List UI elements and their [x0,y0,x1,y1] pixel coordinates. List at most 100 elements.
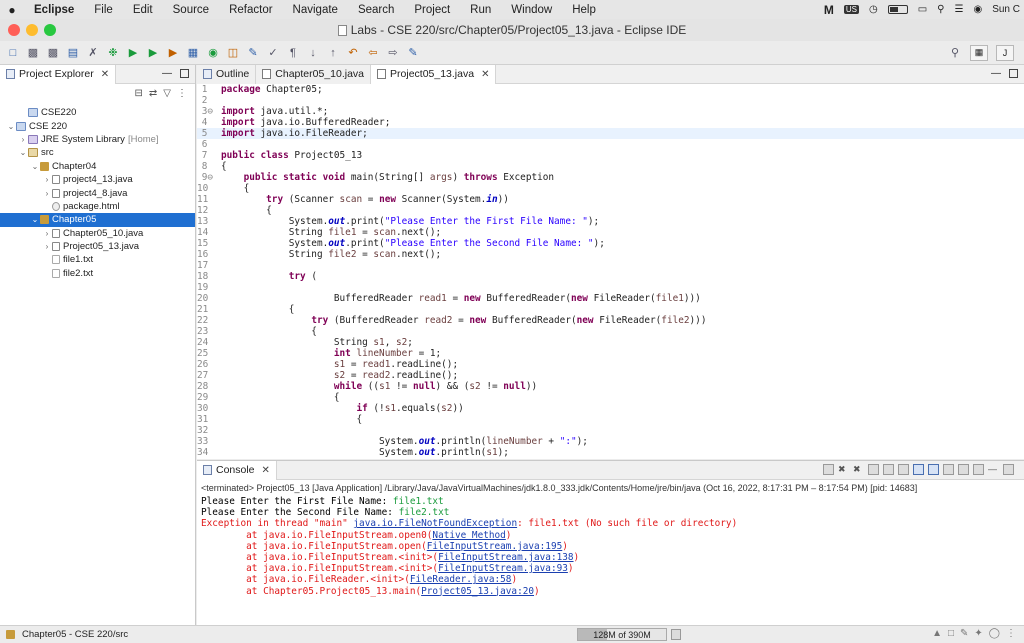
close-window-button[interactable] [8,24,20,36]
menu-window[interactable]: Window [501,4,562,16]
prev-annotation-icon[interactable]: ↑ [326,46,340,60]
code-line[interactable]: 26 s1 = read1.readLine(); [197,359,1024,370]
tree-item[interactable]: › project4_13.java [0,173,195,186]
tree-item[interactable]: ⌄ CSE 220 [0,119,195,132]
tab-project05-13-java[interactable]: Project05_13.java ✕ [371,64,497,84]
spotlight-search-icon[interactable]: ⚲ [937,4,944,15]
menu-help[interactable]: Help [562,4,606,16]
code-line[interactable]: 9⊖ public static void main(String[] args… [197,172,1024,183]
java-perspective-icon[interactable]: J [996,44,1014,61]
code-line[interactable]: 8 { [197,161,1024,172]
code-line[interactable]: 2 [197,95,1024,106]
external-tools-icon[interactable]: ▶ [166,46,180,60]
tree-item[interactable]: › JRE System Library [Home] [0,133,195,146]
minimize-icon[interactable]: — [988,464,999,475]
code-line[interactable]: 7 public class Project05_13 [197,150,1024,161]
debug-icon[interactable]: ❉ [106,46,120,60]
garbage-collect-icon[interactable] [671,629,681,640]
show-on-stdout-icon[interactable] [913,464,924,475]
expand-arrow-icon[interactable]: › [42,175,52,184]
code-line[interactable]: 30 if (!s1.equals(s2)) [197,403,1024,414]
terminate-icon[interactable] [823,464,834,475]
task-icon[interactable]: □ [948,628,954,639]
back-icon[interactable]: ⇦ [366,46,380,60]
display-console-icon[interactable] [958,464,969,475]
skip-breakpoints-icon[interactable]: ✗ [86,46,100,60]
code-line[interactable]: 23 { [197,326,1024,337]
tree-item[interactable]: ⌄ src [0,146,195,159]
stack-trace-link[interactable]: java.io.FileNotFoundException [353,518,517,529]
siri-icon[interactable]: ◉ [973,4,982,15]
open-type-icon[interactable]: ◫ [226,46,240,60]
pin-editor-icon[interactable]: ✎ [406,46,420,60]
heap-status[interactable]: 128M of 390M [577,628,667,641]
tab-outline[interactable]: Outline [197,64,257,84]
tree-item[interactable]: › Chapter05_10.java [0,227,195,240]
expand-arrow-icon[interactable]: ⌄ [18,148,28,157]
code-line[interactable]: 27 s2 = read2.readLine(); [197,370,1024,381]
tree-item[interactable]: › project4_8.java [0,186,195,199]
tree-item[interactable]: › Project05_13.java [0,240,195,253]
show-whitespace-icon[interactable]: ¶ [286,46,300,60]
mark-occurrences-icon[interactable]: ✓ [266,46,280,60]
coverage-icon[interactable]: ▶ [146,46,160,60]
link-with-editor-icon[interactable]: ⇄ [149,88,157,99]
terminal-icon[interactable]: ▤ [66,46,80,60]
code-line[interactable]: 15 System.out.print("Please Enter the Se… [197,238,1024,249]
run-icon[interactable]: ▶ [126,46,140,60]
maximize-icon[interactable] [180,69,189,78]
tree-item[interactable]: CSE220 [0,106,195,119]
stack-trace-link[interactable]: FileReader.java:58 [410,574,512,585]
stack-trace-link[interactable]: FileInputStream.java:138 [438,552,573,563]
new-class-icon[interactable]: ◉ [206,46,220,60]
code-line[interactable]: 5 import java.io.FileReader; [197,128,1024,139]
code-line[interactable]: 17 [197,260,1024,271]
search-icon[interactable]: ⚲ [948,46,962,60]
filter-icon[interactable]: ▽ [163,88,171,99]
code-line[interactable]: 12 { [197,205,1024,216]
expand-arrow-icon[interactable]: ⌄ [30,215,40,224]
tree-item[interactable]: package.html [0,200,195,213]
code-line[interactable]: 3⊖ import java.util.*; [197,106,1024,117]
code-line[interactable]: 10 { [197,183,1024,194]
menu-file[interactable]: File [84,4,123,16]
collapse-all-icon[interactable]: ⊟ [135,88,143,99]
code-line[interactable]: 11 try (Scanner scan = new Scanner(Syste… [197,194,1024,205]
close-icon[interactable]: ✕ [262,465,270,476]
code-editor[interactable]: 1 package Chapter05; 2 3⊖ import java.util… [197,84,1024,459]
menu-refactor[interactable]: Refactor [219,4,282,16]
minimize-window-button[interactable] [26,24,38,36]
code-line[interactable]: 16 String file2 = scan.next(); [197,249,1024,260]
screen-mirror-icon[interactable]: ▭ [918,4,927,15]
code-line[interactable]: 19 [197,282,1024,293]
show-on-stderr-icon[interactable] [928,464,939,475]
code-line[interactable]: 25 int lineNumber = 1; [197,348,1024,359]
expand-arrow-icon[interactable]: ⌄ [6,122,16,131]
menu-navigate[interactable]: Navigate [283,4,348,16]
expand-arrow-icon[interactable]: › [42,189,52,198]
word-wrap-icon[interactable] [898,464,909,475]
code-line[interactable]: 34 System.out.println(s1); [197,447,1024,458]
search-icon[interactable]: ✎ [246,46,260,60]
code-line[interactable]: 28 while ((s1 != null) && (s2 != null)) [197,381,1024,392]
stack-trace-link[interactable]: FileInputStream.java:93 [438,563,568,574]
open-console-icon[interactable] [973,464,984,475]
expand-arrow-icon[interactable]: ⌄ [30,162,40,171]
pin-console-icon[interactable] [943,464,954,475]
code-line[interactable]: 4 import java.io.BufferedReader; [197,117,1024,128]
forward-icon[interactable]: ⇨ [386,46,400,60]
tab-project-explorer[interactable]: Project Explorer ✕ [0,64,117,84]
menu-eclipse[interactable]: Eclipse [24,4,84,16]
code-line[interactable]: 18 try ( [197,271,1024,282]
save-all-icon[interactable]: ▩ [46,46,60,60]
code-line[interactable]: 14 String file1 = scan.next(); [197,227,1024,238]
last-edit-icon[interactable]: ↶ [346,46,360,60]
menu-project[interactable]: Project [404,4,460,16]
tree-item[interactable]: ⌄ Chapter05 [0,213,195,227]
tip-icon[interactable]: ✦ [974,628,982,639]
pen-icon[interactable]: ✎ [960,628,968,639]
progress-icon[interactable]: ◯ [989,628,1000,639]
clock-icon[interactable]: ◷ [869,4,878,15]
code-line[interactable]: 21 { [197,304,1024,315]
tab-chapter05-10-java[interactable]: Chapter05_10.java [256,64,372,84]
